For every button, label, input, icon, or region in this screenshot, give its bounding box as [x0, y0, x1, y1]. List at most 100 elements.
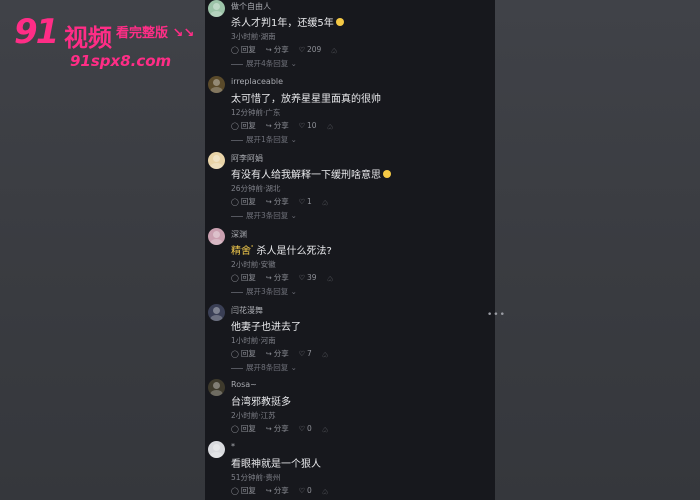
- reply-icon: ◯: [231, 424, 239, 433]
- avatar[interactable]: [208, 441, 225, 458]
- expand-replies-button[interactable]: 展开3条回复 ⌄: [231, 286, 297, 297]
- reply-icon: ◯: [231, 273, 239, 282]
- chevron-down-icon: ⌄: [288, 363, 297, 372]
- comment-text: 有没有人给我解释一下缓刑啥意思: [231, 166, 391, 181]
- like-button-label: 0: [307, 424, 312, 433]
- like-button-label: 209: [307, 45, 322, 54]
- like-button[interactable]: ♡ 1: [299, 197, 312, 206]
- smile-emoji-icon: [383, 170, 391, 178]
- comment-actions: ◯ 回复 ↪ 分享 ♡ 0 ♡: [231, 423, 328, 434]
- avatar[interactable]: [208, 304, 225, 321]
- share-button[interactable]: ↪ 分享: [266, 485, 289, 496]
- avatar[interactable]: [208, 0, 225, 17]
- expand-replies-button[interactable]: 展开4条回复 ⌄: [231, 58, 297, 69]
- chevron-down-icon: ⌄: [288, 59, 297, 68]
- comment-panel[interactable]: 做个自由人 杀人才判1年，还缓5年 3小时前·湖南 ◯ 回复 ↪ 分享 ♡ 209 ♡ 展开4条回复…: [205, 0, 495, 500]
- reply-button[interactable]: ◯ 回复: [231, 120, 256, 131]
- reply-button[interactable]: ◯ 回复: [231, 485, 256, 496]
- dislike-icon[interactable]: ♡: [327, 274, 333, 282]
- chevron-down-icon: ⌄: [288, 287, 297, 296]
- comment-meta: 1小时前·河南: [231, 336, 276, 345]
- comment-username[interactable]: 闫花漫舞: [231, 305, 263, 316]
- like-icon: ♡: [298, 273, 305, 282]
- comment-text: 太可惜了，放养星星里面真的很帅: [231, 94, 381, 105]
- reply-icon: ◯: [231, 121, 239, 130]
- reply-icon: ◯: [231, 45, 239, 54]
- avatar[interactable]: [208, 379, 225, 396]
- reply-button-label: 回复: [240, 197, 256, 206]
- comment-username[interactable]: *: [231, 442, 235, 451]
- comment-username[interactable]: 深渊: [231, 229, 247, 240]
- reply-button-label: 回复: [240, 349, 256, 358]
- comment-username[interactable]: 阿李阿娟: [231, 153, 263, 164]
- expand-replies-button[interactable]: 展开8条回复 ⌄: [231, 362, 297, 373]
- comment-text: 杀人才判1年，还缓5年: [231, 14, 344, 29]
- comment-text: 看眼神就是一个狠人: [231, 459, 321, 470]
- share-button-label: 分享: [273, 45, 289, 54]
- comment-username[interactable]: irreplaceable: [231, 77, 283, 86]
- like-button-label: 39: [307, 273, 317, 282]
- reply-button[interactable]: ◯ 回复: [231, 44, 256, 55]
- share-button[interactable]: ↪ 分享: [266, 348, 289, 359]
- reply-button[interactable]: ◯ 回复: [231, 348, 256, 359]
- comment-meta: 26分钟前·湖北: [231, 184, 281, 193]
- share-button-label: 分享: [273, 273, 289, 282]
- like-button[interactable]: ♡ 209: [299, 45, 322, 54]
- like-button[interactable]: ♡ 0: [299, 486, 312, 495]
- divider: [231, 291, 243, 293]
- like-icon: ♡: [298, 349, 305, 358]
- comment-meta: 51分钟前·贵州: [231, 473, 281, 482]
- expand-replies-button[interactable]: 展开3条回复 ⌄: [231, 210, 297, 221]
- avatar[interactable]: [208, 76, 225, 93]
- comment-actions: ◯ 回复 ↪ 分享 ♡ 1 ♡: [231, 196, 328, 207]
- share-button-label: 分享: [273, 424, 289, 433]
- avatar[interactable]: [208, 228, 225, 245]
- comment-meta: 3小时前·湖南: [231, 32, 276, 41]
- like-button[interactable]: ♡ 10: [299, 121, 317, 130]
- share-button-label: 分享: [273, 349, 289, 358]
- dislike-icon[interactable]: ♡: [322, 487, 328, 495]
- comment-text: 精舍ᐤ 杀人是什么死法?: [231, 244, 332, 257]
- smile-emoji-icon: [335, 18, 344, 26]
- reply-button-label: 回复: [240, 121, 256, 130]
- dislike-icon[interactable]: ♡: [327, 122, 333, 130]
- reply-button[interactable]: ◯ 回复: [231, 272, 256, 283]
- like-icon: ♡: [298, 486, 305, 495]
- like-button-label: 7: [307, 349, 312, 358]
- share-button[interactable]: ↪ 分享: [266, 423, 289, 434]
- like-button[interactable]: ♡ 39: [299, 273, 317, 282]
- dislike-icon[interactable]: ♡: [322, 425, 328, 433]
- dislike-icon[interactable]: ♡: [331, 46, 337, 54]
- like-button[interactable]: ♡ 7: [299, 349, 312, 358]
- reply-button-label: 回复: [240, 424, 256, 433]
- like-button-label: 0: [307, 486, 312, 495]
- like-button-label: 1: [307, 197, 312, 206]
- dislike-icon[interactable]: ♡: [322, 198, 328, 206]
- reply-button[interactable]: ◯ 回复: [231, 423, 256, 434]
- comment-username[interactable]: Rosa~: [231, 380, 257, 389]
- share-button[interactable]: ↪ 分享: [266, 120, 289, 131]
- expand-replies-button[interactable]: 展开1条回复 ⌄: [231, 134, 297, 145]
- comment-text: 他妻子也进去了: [231, 322, 301, 333]
- reply-icon: ◯: [231, 197, 239, 206]
- comment-actions: ◯ 回复 ↪ 分享 ♡ 39 ♡: [231, 272, 333, 283]
- watermark-logo: 91 视频 看完整版 ↘↘ 91spx8.com: [8, 10, 198, 70]
- watermark-brand: 视频: [64, 24, 112, 52]
- more-icon[interactable]: •••: [487, 310, 506, 320]
- comment-username[interactable]: 做个自由人: [231, 1, 271, 12]
- watermark-url: 91spx8.com: [70, 52, 172, 70]
- share-button-label: 分享: [273, 121, 289, 130]
- share-button[interactable]: ↪ 分享: [266, 272, 289, 283]
- share-button[interactable]: ↪ 分享: [266, 196, 289, 207]
- reply-icon: ◯: [231, 349, 239, 358]
- dislike-icon[interactable]: ♡: [322, 350, 328, 358]
- comment-meta: 2小时前·江苏: [231, 411, 276, 420]
- comment-meta: 12分钟前·广东: [231, 108, 281, 117]
- share-icon: ↪: [265, 45, 272, 54]
- like-button[interactable]: ♡ 0: [299, 424, 312, 433]
- reply-button[interactable]: ◯ 回复: [231, 196, 256, 207]
- share-button[interactable]: ↪ 分享: [266, 44, 289, 55]
- reply-icon: ◯: [231, 486, 239, 495]
- share-icon: ↪: [265, 424, 272, 433]
- avatar[interactable]: [208, 152, 225, 169]
